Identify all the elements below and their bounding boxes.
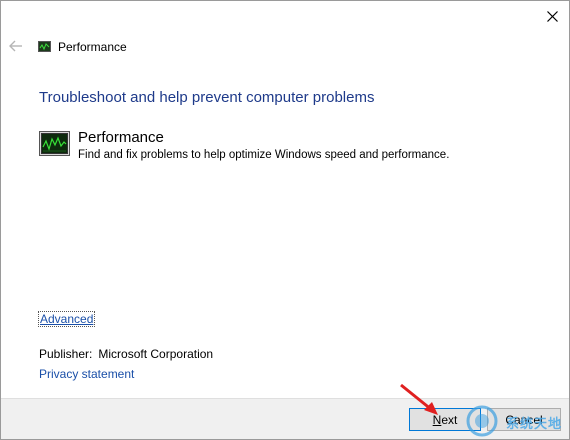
next-button-label: ext [441,412,458,427]
performance-title-icon [38,41,51,52]
title-bar: Performance [1,35,569,59]
advanced-link[interactable]: Advanced [37,311,96,327]
next-button[interactable]: Next [409,408,481,431]
troubleshooter-description: Find and fix problems to help optimize W… [78,149,450,161]
page-heading: Troubleshoot and help prevent computer p… [39,89,375,106]
back-arrow-icon [9,40,22,52]
troubleshooter-title: Performance [78,129,164,146]
publisher-value: Microsoft Corporation [98,347,214,361]
publisher-label: Publisher: [39,347,93,361]
troubleshooter-window: Performance Troubleshoot and help preven… [0,0,570,440]
footer-bar: Next Cancel [1,398,569,439]
privacy-statement-link[interactable]: Privacy statement [39,367,134,381]
close-icon [546,10,558,22]
performance-monitor-icon [39,131,70,156]
back-button[interactable] [7,37,25,55]
close-button[interactable] [541,5,563,27]
troubleshooter-item: Performance Find and fix problems to hel… [39,129,539,169]
window-title: Performance [58,40,127,54]
next-button-accelerator: N [432,412,442,427]
publisher-info: Publisher: Microsoft Corporation [39,347,213,361]
watermark-text: 系统天地 [506,416,563,431]
